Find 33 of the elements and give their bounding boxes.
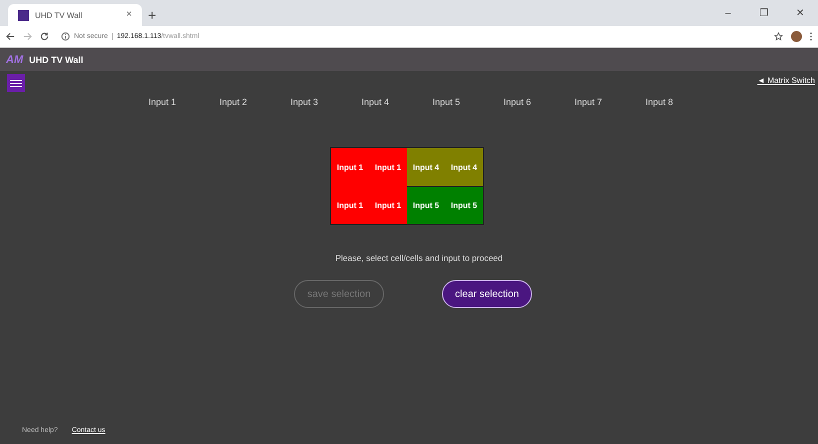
input-option[interactable]: Input 1 [148, 95, 182, 109]
window-control-button[interactable]: – [710, 2, 746, 26]
avatar-icon[interactable] [791, 31, 802, 42]
selection-button[interactable]: clear selection [442, 280, 532, 308]
wall-cell[interactable]: Input 1 [331, 148, 369, 186]
info-icon [61, 32, 70, 41]
wall-cell[interactable]: Input 4 [407, 148, 445, 186]
close-tab-button[interactable]: × [122, 4, 136, 26]
input-option[interactable]: Input 3 [290, 95, 324, 109]
matrix-switch-link[interactable]: ◄ Matrix Switch [757, 76, 815, 85]
app-title: UHD TV Wall [29, 54, 84, 64]
input-option[interactable]: Input 5 [432, 95, 466, 109]
instruction-text: Please, select cell/cells and input to proceed [334, 253, 503, 263]
input-option[interactable]: Input 4 [362, 95, 394, 109]
new-tab-button[interactable]: + [148, 4, 156, 26]
logo: AM [6, 54, 24, 66]
back-icon[interactable] [6, 32, 15, 41]
menu-button[interactable] [7, 74, 25, 92]
input-option[interactable]: Input 8 [646, 95, 678, 109]
star-icon[interactable] [774, 32, 783, 41]
wall-cell[interactable]: Input 4 [445, 148, 483, 186]
wall-cell[interactable]: Input 1 [331, 186, 369, 224]
wall-cell[interactable]: Input 1 [369, 148, 407, 186]
wall-cell[interactable]: Input 5 [445, 186, 483, 224]
reload-icon[interactable] [40, 32, 49, 41]
window-control-button[interactable]: ✕ [782, 2, 818, 26]
wall-cell[interactable]: Input 5 [407, 186, 445, 224]
input-option[interactable]: Input 7 [574, 95, 608, 109]
favicon-icon [18, 10, 29, 20]
wall-cell[interactable]: Input 1 [369, 186, 407, 224]
input-option[interactable]: Input 2 [220, 95, 252, 109]
window-control-button[interactable]: ❐ [746, 2, 782, 26]
input-option[interactable]: Input 6 [504, 95, 536, 109]
